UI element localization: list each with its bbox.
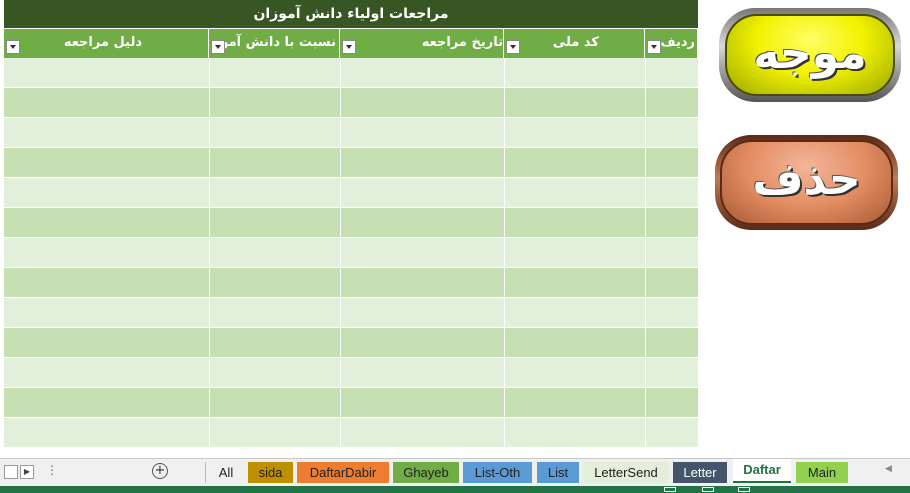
- table-row[interactable]: [4, 238, 698, 268]
- filter-dropdown-icon[interactable]: [647, 40, 661, 54]
- tab-list-oth[interactable]: List-Oth: [463, 462, 532, 483]
- table-row[interactable]: [4, 118, 698, 148]
- table-row[interactable]: [4, 148, 698, 178]
- tab-ghayeb[interactable]: Ghayeb: [393, 462, 459, 483]
- table-row[interactable]: [4, 358, 698, 388]
- spreadsheet-area[interactable]: مراجعات اولیاء دانش آموزان ردیف کد ملی ت…: [4, 0, 698, 458]
- table-row[interactable]: [4, 208, 698, 238]
- status-bar: [0, 486, 910, 493]
- tab-daftardabir[interactable]: DaftarDabir: [297, 462, 389, 483]
- tab-daftar[interactable]: Daftar: [733, 459, 791, 483]
- tab-main[interactable]: Main: [796, 462, 848, 483]
- filter-dropdown-icon[interactable]: [506, 40, 520, 54]
- table-title: مراجعات اولیاء دانش آموزان: [4, 0, 698, 28]
- column-header-relation[interactable]: نسبت با دانش آموز: [209, 29, 340, 58]
- table-row[interactable]: [4, 178, 698, 208]
- table-row[interactable]: [4, 298, 698, 328]
- vertical-ellipsis-icon[interactable]: ⋮: [46, 463, 58, 477]
- tab-lettersend[interactable]: LetterSend: [583, 462, 669, 483]
- scroll-left-icon[interactable]: ◀: [885, 464, 892, 474]
- nav-next-sheet-icon[interactable]: ▶: [20, 465, 34, 479]
- tab-sida[interactable]: sida: [248, 462, 293, 483]
- tab-list[interactable]: List: [537, 462, 579, 483]
- filter-dropdown-icon[interactable]: [342, 40, 356, 54]
- delete-label: حذف: [752, 154, 861, 205]
- nav-first-sheet-icon[interactable]: [4, 465, 18, 479]
- table-row[interactable]: [4, 58, 698, 88]
- table-row[interactable]: [4, 88, 698, 118]
- page-break-icon[interactable]: [738, 487, 750, 492]
- page-layout-icon[interactable]: [702, 487, 714, 492]
- table-row[interactable]: [4, 328, 698, 358]
- table-row[interactable]: [4, 268, 698, 298]
- movajah-button[interactable]: موجه: [719, 8, 901, 102]
- delete-button[interactable]: حذف: [715, 135, 898, 230]
- tab-all[interactable]: All: [212, 462, 240, 483]
- column-header-radif[interactable]: ردیف: [645, 29, 698, 58]
- filter-dropdown-icon[interactable]: [211, 40, 225, 54]
- normal-view-icon[interactable]: [664, 487, 676, 492]
- table-row[interactable]: [4, 388, 698, 418]
- sheet-tab-bar: ▶ ⋮ + All sida DaftarDabir Ghayeb List-Oth L…: [0, 458, 910, 486]
- plus-circle-icon[interactable]: +: [152, 463, 168, 479]
- filter-dropdown-icon[interactable]: [6, 40, 20, 54]
- column-header-visit-date[interactable]: تاریخ مراجعه: [340, 29, 504, 58]
- tab-letter[interactable]: Letter: [673, 462, 727, 483]
- column-header-reason[interactable]: دلیل مراجعه: [4, 29, 209, 58]
- movajah-label: موجه: [753, 28, 867, 79]
- column-header-national-code[interactable]: کد ملی: [504, 29, 645, 58]
- table-row[interactable]: [4, 418, 698, 448]
